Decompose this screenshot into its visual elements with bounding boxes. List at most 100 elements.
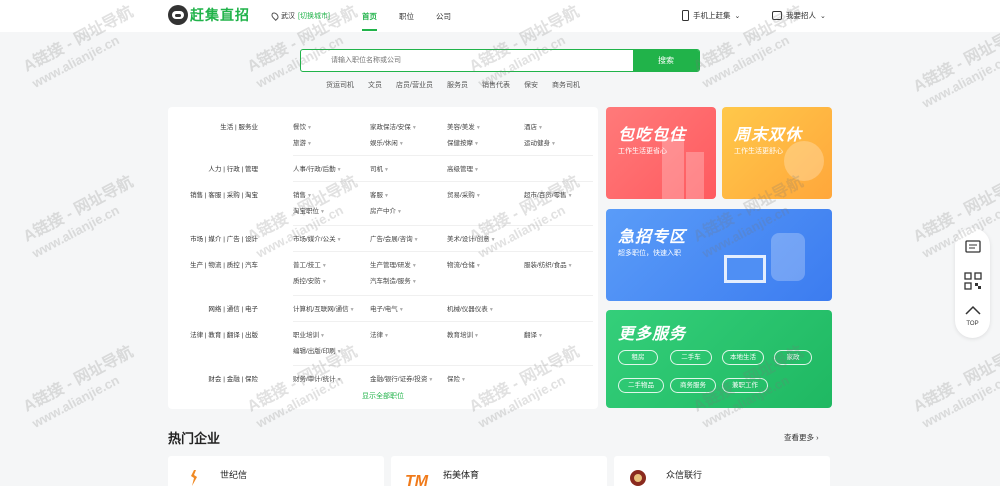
qrcode-icon[interactable] [964,272,982,292]
category-item[interactable]: 房产中介▼ [370,205,402,215]
category-item[interactable]: 人事/行政/后勤▼ [293,163,342,173]
service-button[interactable]: 商务服务 [670,378,716,393]
category-item[interactable]: 生产管理/研发▼ [370,259,417,269]
category-item[interactable]: 美容/美发▼ [447,121,481,131]
hot-tag[interactable]: 服务员 [447,80,468,90]
category-item[interactable]: 物流/仓储▼ [447,259,481,269]
category-item[interactable]: 保险▼ [447,373,466,383]
category-item[interactable]: 销售▼ [293,189,312,199]
category-item[interactable]: 保健按摩▼ [447,137,479,147]
show-all-jobs-link[interactable]: 显示全部职位 [168,391,598,401]
category-label: 网络 | 通信 | 电子 [208,306,258,313]
category-item[interactable]: 职业培训▼ [293,329,325,339]
category-item[interactable]: 娱乐/休闲▼ [370,137,404,147]
promo-title: 更多服务 [618,326,687,343]
nav-companies[interactable]: 公司 [436,11,451,22]
category-item[interactable]: 质控/安防▼ [293,275,327,285]
company-logo [182,468,206,486]
sun-illustration [784,141,824,181]
category-item-label: 服装/纺织/食品 [524,262,567,269]
category-item[interactable]: 高级管理▼ [447,163,479,173]
hot-tag[interactable]: 商务司机 [552,80,580,90]
feedback-icon[interactable] [964,238,982,258]
hot-tag[interactable]: 保安 [524,80,538,90]
switch-city-link[interactable]: [切换城市] [298,11,330,21]
promo-urgent-hiring[interactable]: 急招专区 超多职位，快速入职 [606,209,832,301]
service-button[interactable]: 兼职工作 [722,378,768,393]
category-item[interactable]: 旅游▼ [293,137,312,147]
category-item[interactable]: 客服▼ [370,189,389,199]
category-item[interactable]: 超市/百货/零售▼ [524,189,573,199]
category-item[interactable]: 计算机/互联网/通信▼ [293,303,355,313]
back-to-top-label[interactable]: TOP [955,321,990,327]
recruit-link[interactable]: 我要招人 ⌄ [772,10,826,21]
category-item[interactable]: 教育培训▼ [447,329,479,339]
hot-tag[interactable]: 文员 [368,80,382,90]
category-item-label: 贸易/采购 [447,192,475,199]
category-item-label: 美容/美发 [447,124,475,131]
back-to-top-icon[interactable] [964,304,982,320]
category-item[interactable]: 淘宝职位▼ [293,205,325,215]
caret-down-icon: ▼ [474,333,479,339]
service-button[interactable]: 本地生活 [722,350,764,365]
category-item[interactable]: 广告/会展/咨询▼ [370,233,419,243]
search-button[interactable]: 搜索 [633,50,699,71]
company-card[interactable]: TM 拓美体育 [391,456,607,486]
category-item-label: 客服 [370,192,383,199]
service-button[interactable]: 家政 [774,350,812,365]
chevron-down-icon: ⌄ [820,12,826,20]
caret-down-icon: ▼ [475,125,481,131]
site-logo[interactable]: 赶集直招 [168,5,250,25]
category-item[interactable]: 酒店▼ [524,121,543,131]
promo-weekend-off[interactable]: 周末双休 工作生活更舒心 [722,107,832,199]
category-item[interactable]: 市场/媒介/公关▼ [293,233,342,243]
service-button[interactable]: 租房 [618,350,658,365]
category-item[interactable]: 运动健身▼ [524,137,556,147]
category-item[interactable]: 机械/仪器仪表▼ [447,303,494,313]
location-pin-icon [270,11,280,21]
category-item[interactable]: 电子/电气▼ [370,303,404,313]
category-item[interactable]: 普工/技工▼ [293,259,327,269]
category-item-label: 餐饮 [293,124,306,131]
service-button[interactable]: 二手物品 [618,378,664,393]
category-item[interactable]: 美术/设计/创意▼ [447,233,496,243]
view-more-link[interactable]: 查看更多 › [784,432,819,443]
watermark-url: www.alianjie.cn [29,202,122,261]
phone-icon [682,10,689,21]
category-divider [293,251,593,252]
caret-down-icon: ▼ [398,307,404,313]
watermark-line: A链接 - 网址导航 [910,343,1000,416]
caret-down-icon: ▼ [411,279,417,285]
category-item[interactable]: 财务/审计/统计▼ [293,373,342,383]
category-divider [293,295,593,296]
company-card[interactable]: 世纪信 [168,456,384,486]
category-label: 销售 | 客服 | 采购 | 淘宝 [190,192,258,199]
category-item[interactable]: 服装/纺织/食品▼ [524,259,573,269]
location-selector[interactable]: 武汉 [切换城市] [270,11,330,21]
category-item[interactable]: 金融/银行/证券/投资▼ [370,373,433,383]
logo-icon [168,5,188,25]
nav-home[interactable]: 首页 [362,11,377,31]
promo-room-board[interactable]: 包吃包住 工作生活更省心 [606,107,716,199]
category-item[interactable]: 法律▼ [370,329,389,339]
mobile-app-link[interactable]: 手机上赶集 ⌄ [682,10,740,21]
caret-down-icon: ▼ [307,125,312,131]
category-item[interactable]: 司机▼ [370,163,389,173]
search-input[interactable] [301,50,633,71]
category-item[interactable]: 餐饮▼ [293,121,312,131]
caret-down-icon: ▼ [411,263,417,269]
category-item[interactable]: 贸易/采购▼ [447,189,481,199]
company-card[interactable]: 众信联行 [614,456,830,486]
hot-tag[interactable]: 销售代表 [482,80,510,90]
hot-tag[interactable]: 店员/营业员 [396,80,433,90]
service-button[interactable]: 二手车 [670,350,712,365]
category-item[interactable]: 翻译▼ [524,329,543,339]
category-item[interactable]: 家政保洁/安保▼ [370,121,417,131]
caret-down-icon: ▼ [475,193,481,199]
category-item[interactable]: 编辑/出版/印刷▼ [293,345,342,355]
promo-title: 周末双休 [734,127,803,144]
hot-tag[interactable]: 货运司机 [326,80,354,90]
category-item[interactable]: 汽车制造/服务▼ [370,275,417,285]
nav-jobs[interactable]: 职位 [399,11,414,22]
category-divider [293,365,593,366]
